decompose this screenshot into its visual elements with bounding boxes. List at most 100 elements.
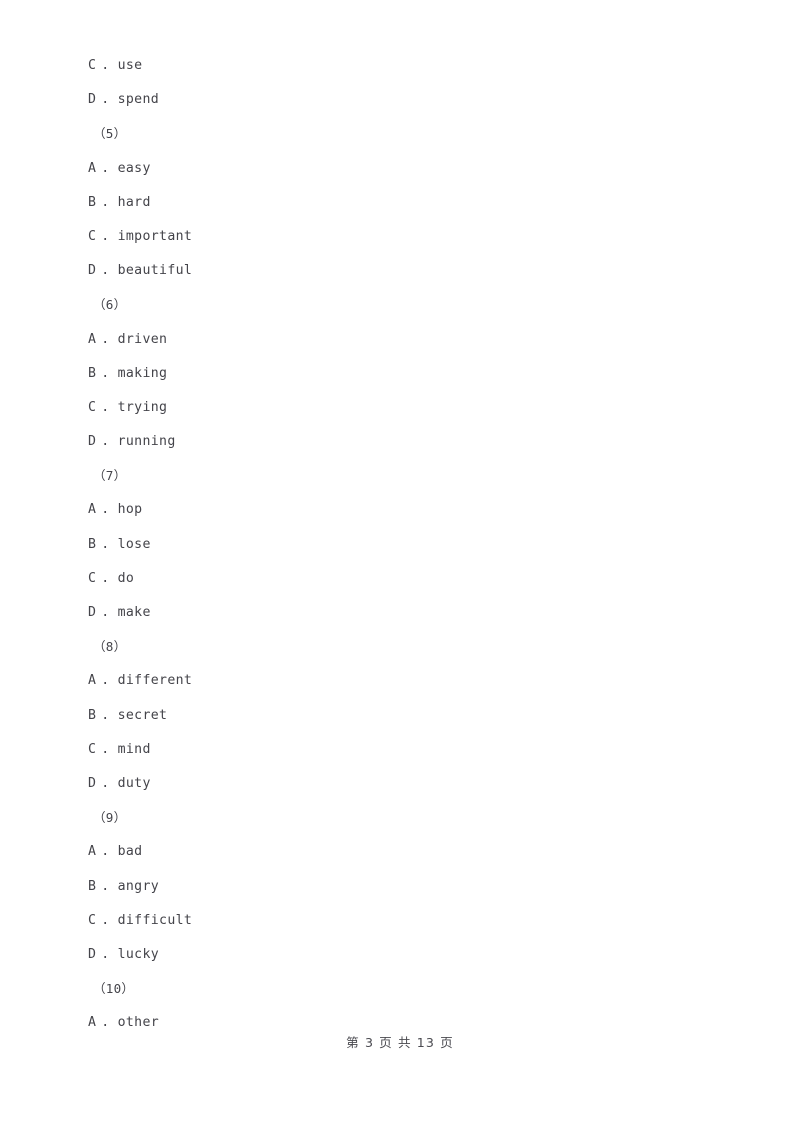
option-letter: A [88, 331, 97, 347]
page-footer: 第 3 页 共 13 页 [346, 1035, 454, 1050]
question-group-label: （7） [93, 468, 127, 484]
option-text: do [117, 570, 135, 586]
option-text: easy [117, 160, 151, 176]
answer-option[interactable]: C. trying [88, 391, 688, 425]
option-letter: D [88, 92, 97, 108]
option-text: making [117, 365, 168, 381]
question-group-label: （8） [93, 639, 127, 655]
answer-option[interactable]: B. lose [88, 528, 688, 562]
option-letter: A [88, 844, 97, 860]
option-separator: . [101, 502, 110, 518]
option-letter: C [88, 228, 97, 244]
option-separator: . [101, 160, 110, 176]
option-text: hop [117, 502, 143, 518]
option-letter: B [88, 194, 97, 210]
document-page: C. use D. spend （5） A. easy B. hard C. important D.… [0, 0, 800, 1132]
question-group-marker: （5） [88, 117, 688, 151]
option-separator: . [101, 58, 110, 73]
option-letter: B [88, 707, 97, 723]
option-text: beautiful [117, 263, 193, 279]
option-letter: D [88, 434, 97, 450]
option-separator: . [101, 365, 110, 381]
option-text: make [117, 605, 151, 620]
option-text: hard [117, 194, 151, 210]
answer-option[interactable]: D. beautiful [88, 254, 688, 288]
answer-option[interactable]: B. angry [88, 870, 688, 904]
option-letter: A [88, 160, 97, 176]
option-letter: A [88, 502, 97, 518]
answer-option[interactable]: D. spend [88, 83, 688, 117]
option-letter: D [88, 605, 97, 620]
option-text: lucky [117, 946, 160, 962]
option-separator: . [101, 946, 110, 962]
answer-option[interactable]: C. use [88, 49, 688, 83]
option-letter: C [88, 399, 97, 415]
answer-option[interactable]: C. difficult [88, 904, 688, 938]
option-letter: C [88, 570, 97, 586]
question-group-label: （6） [93, 297, 127, 313]
option-text: angry [117, 878, 160, 894]
option-separator: . [101, 673, 110, 689]
option-text: important [117, 228, 193, 244]
option-letter: B [88, 878, 97, 894]
option-separator: . [101, 775, 110, 791]
option-separator: . [101, 570, 110, 586]
answer-option[interactable]: B. making [88, 357, 688, 391]
answer-option[interactable]: B. hard [88, 186, 688, 220]
option-separator: . [101, 536, 110, 552]
answer-option[interactable]: C. do [88, 562, 688, 596]
answer-option[interactable]: A. different [88, 664, 688, 698]
option-text: spend [117, 92, 160, 108]
option-letter: D [88, 263, 97, 279]
question-group-marker: （8） [88, 630, 688, 664]
option-letter: D [88, 946, 97, 962]
answer-option[interactable]: D. duty [88, 767, 688, 801]
option-text: secret [117, 707, 168, 723]
option-text: mind [117, 741, 151, 757]
answer-option[interactable]: C. mind [88, 733, 688, 767]
answer-option[interactable]: A. driven [88, 323, 688, 357]
option-separator: . [101, 434, 110, 450]
option-letter: C [88, 912, 97, 928]
option-letter: A [88, 673, 97, 689]
question-group-marker: （6） [88, 288, 688, 322]
option-text: difficult [117, 912, 193, 928]
option-letter: D [88, 775, 97, 791]
answer-option[interactable]: A. hop [88, 493, 688, 527]
option-text: bad [117, 844, 143, 860]
question-group-marker: （10） [88, 972, 688, 1006]
option-separator: . [101, 707, 110, 723]
option-separator: . [101, 331, 110, 347]
option-letter: C [88, 741, 97, 757]
question-group-label: （10） [93, 981, 135, 997]
option-text: use [117, 58, 143, 73]
option-separator: . [101, 194, 110, 210]
answer-option[interactable]: D. running [88, 425, 688, 459]
question-group-label: （5） [93, 126, 127, 142]
option-text: running [117, 434, 176, 450]
option-separator: . [101, 912, 110, 928]
question-options-list: C. use D. spend （5） A. easy B. hard C. important D.… [88, 49, 688, 1040]
option-separator: . [101, 741, 110, 757]
option-text: trying [117, 399, 168, 415]
answer-option[interactable]: D. lucky [88, 938, 688, 972]
answer-option[interactable]: A. bad [88, 835, 688, 869]
answer-option[interactable]: A. easy [88, 152, 688, 186]
option-letter: B [88, 365, 97, 381]
option-text: different [117, 673, 193, 689]
option-separator: . [101, 605, 110, 620]
answer-option[interactable]: C. important [88, 220, 688, 254]
option-separator: . [101, 263, 110, 279]
option-text: driven [117, 331, 168, 347]
option-separator: . [101, 92, 110, 108]
option-separator: . [101, 228, 110, 244]
option-text: duty [117, 775, 151, 791]
option-separator: . [101, 878, 110, 894]
question-group-marker: （7） [88, 459, 688, 493]
option-letter: B [88, 536, 97, 552]
answer-option[interactable]: D. make [88, 596, 688, 630]
option-letter: C [88, 58, 97, 73]
answer-option[interactable]: B. secret [88, 699, 688, 733]
option-separator: . [101, 844, 110, 860]
question-group-label: （9） [93, 810, 127, 826]
